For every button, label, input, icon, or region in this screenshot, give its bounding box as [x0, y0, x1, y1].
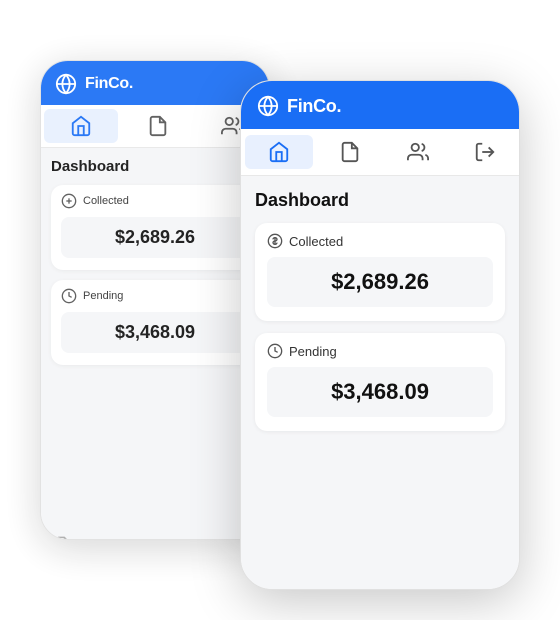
phone-front: FinCo. — [240, 80, 520, 590]
back-collected-card: Collected $2,689.26 — [51, 185, 259, 270]
back-collected-value: $2,689.26 — [115, 227, 195, 247]
front-collected-value-box: $2,689.26 — [267, 257, 493, 307]
back-pending-label: Pending — [83, 290, 123, 302]
front-nav-home[interactable] — [245, 135, 313, 169]
front-pending-value: $3,468.09 — [331, 379, 429, 404]
front-page-title: Dashboard — [255, 190, 505, 211]
front-header: FinCo. — [241, 81, 519, 129]
back-nav-home[interactable] — [44, 109, 118, 143]
dollar-circle-icon-front — [267, 233, 283, 249]
logout-icon-front — [474, 141, 496, 163]
front-pending-value-box: $3,468.09 — [267, 367, 493, 417]
front-collected-card: Collected $2,689.26 — [255, 223, 505, 321]
scene: FinCo. — [40, 30, 520, 590]
front-collected-label: Collected — [289, 234, 343, 249]
dollar-circle-icon — [61, 193, 77, 209]
back-pending-label-row: Pending — [61, 288, 249, 304]
back-content: Dashboard Collected $2,689.26 — [41, 148, 269, 526]
back-bottom-invoices: Invoices — [41, 526, 269, 540]
back-collected-label-row: Collected — [61, 193, 249, 209]
back-nav-docs[interactable] — [121, 105, 195, 147]
back-collected-value-box: $2,689.26 — [61, 217, 249, 258]
clock-icon-back — [61, 288, 77, 304]
front-brand-name: FinCo. — [287, 96, 341, 117]
back-brand-name: FinCo. — [85, 75, 133, 93]
front-collected-label-row: Collected — [267, 233, 493, 249]
users-icon-front — [407, 141, 429, 163]
back-pending-card: Pending $3,468.09 — [51, 280, 259, 365]
home-icon — [70, 115, 92, 137]
phone-back: FinCo. — [40, 60, 270, 540]
front-nav-bar — [241, 129, 519, 176]
front-pending-label: Pending — [289, 344, 337, 359]
back-pending-value: $3,468.09 — [115, 322, 195, 342]
invoice-icon-back — [55, 536, 71, 540]
front-content: Dashboard Collected $2,689.26 — [241, 176, 519, 584]
front-pending-label-row: Pending — [267, 343, 493, 359]
docs-icon-front — [339, 141, 361, 163]
front-collected-value: $2,689.26 — [331, 269, 429, 294]
globe-icon — [55, 73, 77, 95]
back-pending-value-box: $3,468.09 — [61, 312, 249, 353]
home-icon-front — [268, 141, 290, 163]
front-bottom-invoices: Invoices — [241, 584, 519, 590]
front-nav-docs[interactable] — [317, 129, 385, 175]
back-nav-bar — [41, 105, 269, 148]
front-nav-users[interactable] — [384, 129, 452, 175]
docs-icon — [147, 115, 169, 137]
back-collected-label: Collected — [83, 195, 129, 207]
clock-icon-front — [267, 343, 283, 359]
globe-icon-front — [257, 95, 279, 117]
back-header: FinCo. — [41, 61, 269, 105]
back-invoices-label: Invoices — [77, 537, 125, 541]
front-pending-card: Pending $3,468.09 — [255, 333, 505, 431]
back-page-title: Dashboard — [51, 158, 259, 175]
front-nav-logout[interactable] — [452, 129, 520, 175]
